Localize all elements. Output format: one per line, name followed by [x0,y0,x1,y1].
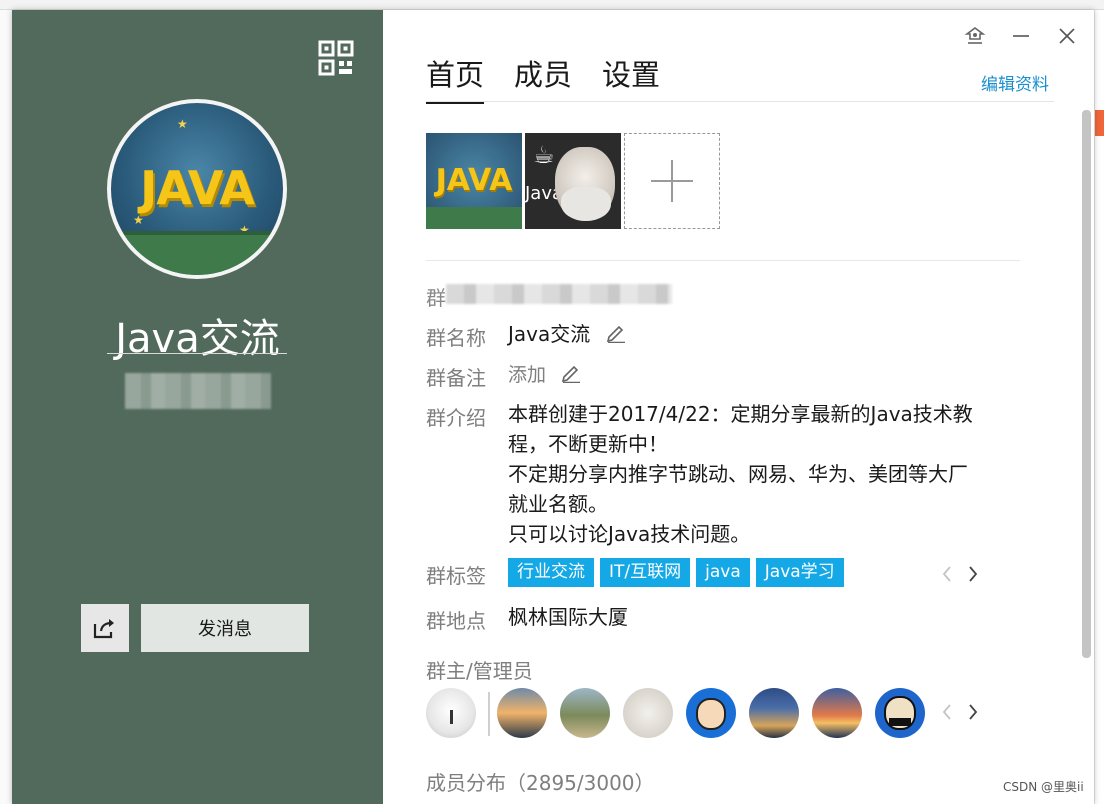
add-photo-button[interactable] [624,133,720,229]
background-badge [1095,110,1104,136]
admins-next-icon[interactable] [963,702,983,722]
tag-chip[interactable]: java [696,558,750,587]
background-page-left [0,10,12,804]
group-photo-java[interactable]: JAVA [426,133,522,229]
blurred-info-row: 群 [426,282,672,311]
tag-chip[interactable]: 行业交流 [508,558,594,587]
share-icon [93,619,114,639]
intro-line: 就业名额。 [508,492,608,516]
tag-chip[interactable]: Java学习 [755,558,844,587]
star-icon: ★ [133,213,144,227]
admins-prev-icon[interactable] [937,702,957,722]
blurred-row-label: 群 [426,286,446,310]
group-intro-text: 本群创建于2017/4/22：定期分享最新的Java技术教 程，不断更新中！ 不… [508,399,1018,549]
blurred-value [446,284,672,304]
avatar[interactable] [497,688,547,738]
qr-code-icon[interactable] [318,40,354,76]
edit-remark-pencil-icon[interactable] [560,361,582,391]
tags-prev-icon[interactable] [937,564,957,584]
remark-add-text[interactable]: 添加 [508,364,546,386]
tabs-divider [426,101,1054,102]
avatar-separator [488,692,490,736]
intro-line: 不定期分享内推字节跳动、网易、华为、美团等大厂 [508,462,968,486]
group-name-underline [107,353,287,354]
intro-line: 只可以讨论Java技术问题。 [508,522,751,546]
group-tags-label: 群标签 [426,564,486,588]
tags-next-icon[interactable] [963,564,983,584]
member-distribution-heading: 成员分布（2895/3000） [426,771,655,795]
background-page-right [1094,10,1104,804]
group-intro-label: 群介绍 [426,406,486,430]
watermark-text: CSDN @里奥ii [1003,780,1084,794]
tab-settings[interactable]: 设置 [602,52,660,104]
avatar[interactable] [812,688,862,738]
portrait-beard [561,187,611,221]
close-icon[interactable] [1055,24,1079,48]
admin-section-title: 群主/管理员 [426,659,533,683]
group-remark-label: 群备注 [426,366,486,390]
avatar[interactable] [623,688,673,738]
group-location-row: 群地点 枫林国际大厦 [426,605,628,634]
group-remark-row: 群备注 添加 [426,362,582,391]
avatar[interactable] [875,688,925,738]
avatar[interactable] [560,688,610,738]
java-cup-icon: ☕ [533,141,555,169]
group-avatar[interactable]: ★ ★ ★ JAVA [107,99,287,279]
avatar[interactable] [749,688,799,738]
blurred-group-id [125,373,271,409]
intro-line: 本群创建于2017/4/22：定期分享最新的Java技术教 [508,402,973,426]
minimize-icon[interactable] [1009,24,1033,48]
scrollbar-thumb[interactable] [1082,110,1091,658]
edit-name-pencil-icon[interactable] [605,321,627,351]
avatar-grass [111,231,283,275]
tab-bar: 首页 成员 设置 [426,52,690,104]
group-location-value: 枫林国际大厦 [508,605,628,629]
group-photo-portrait[interactable]: ☕ Java [525,133,621,229]
avatar[interactable] [686,688,736,738]
tab-home[interactable]: 首页 [426,52,485,104]
edit-profile-link[interactable]: 编辑资料 [981,70,1049,95]
group-profile-window: ★ ★ ★ JAVA Java交流 发消息 首页 成员 设置 编辑资料 JAVA… [12,10,1094,804]
star-icon: ★ [177,117,188,131]
photo-grass [426,207,522,229]
intro-line: 程，不断更新中！ [508,432,668,456]
tab-members[interactable]: 成员 [514,52,572,104]
group-name-row: 群名称 Java交流 [426,322,627,351]
section-divider [426,260,1020,261]
plus-icon [651,160,693,202]
group-location-label: 群地点 [426,609,486,633]
background-browser-bar [0,0,1104,10]
pin-icon[interactable] [963,24,987,48]
avatar-logo-text: JAVA [140,161,255,215]
photo-logo-text: JAVA [435,163,513,198]
share-button[interactable] [81,604,129,652]
tags-list: 行业交流 IT/互联网 java Java学习 [508,558,850,589]
group-name-label: 群名称 [426,326,486,350]
tag-chip[interactable]: IT/互联网 [600,558,691,587]
group-name-title[interactable]: Java交流 [12,306,383,364]
right-panel: 首页 成员 设置 编辑资料 JAVA ☕ Java 群 群名称 Java交流 群… [383,10,1094,804]
group-name-value: Java交流 [508,322,591,346]
send-message-button[interactable]: 发消息 [141,604,309,652]
avatar[interactable] [426,688,476,738]
left-panel: ★ ★ ★ JAVA Java交流 发消息 [12,10,383,804]
group-intro-row: 群介绍 本群创建于2017/4/22：定期分享最新的Java技术教 程，不断更新… [426,402,1018,549]
group-tags-row: 群标签 行业交流 IT/互联网 java Java学习 [426,558,850,589]
admin-avatar-list [426,688,946,740]
